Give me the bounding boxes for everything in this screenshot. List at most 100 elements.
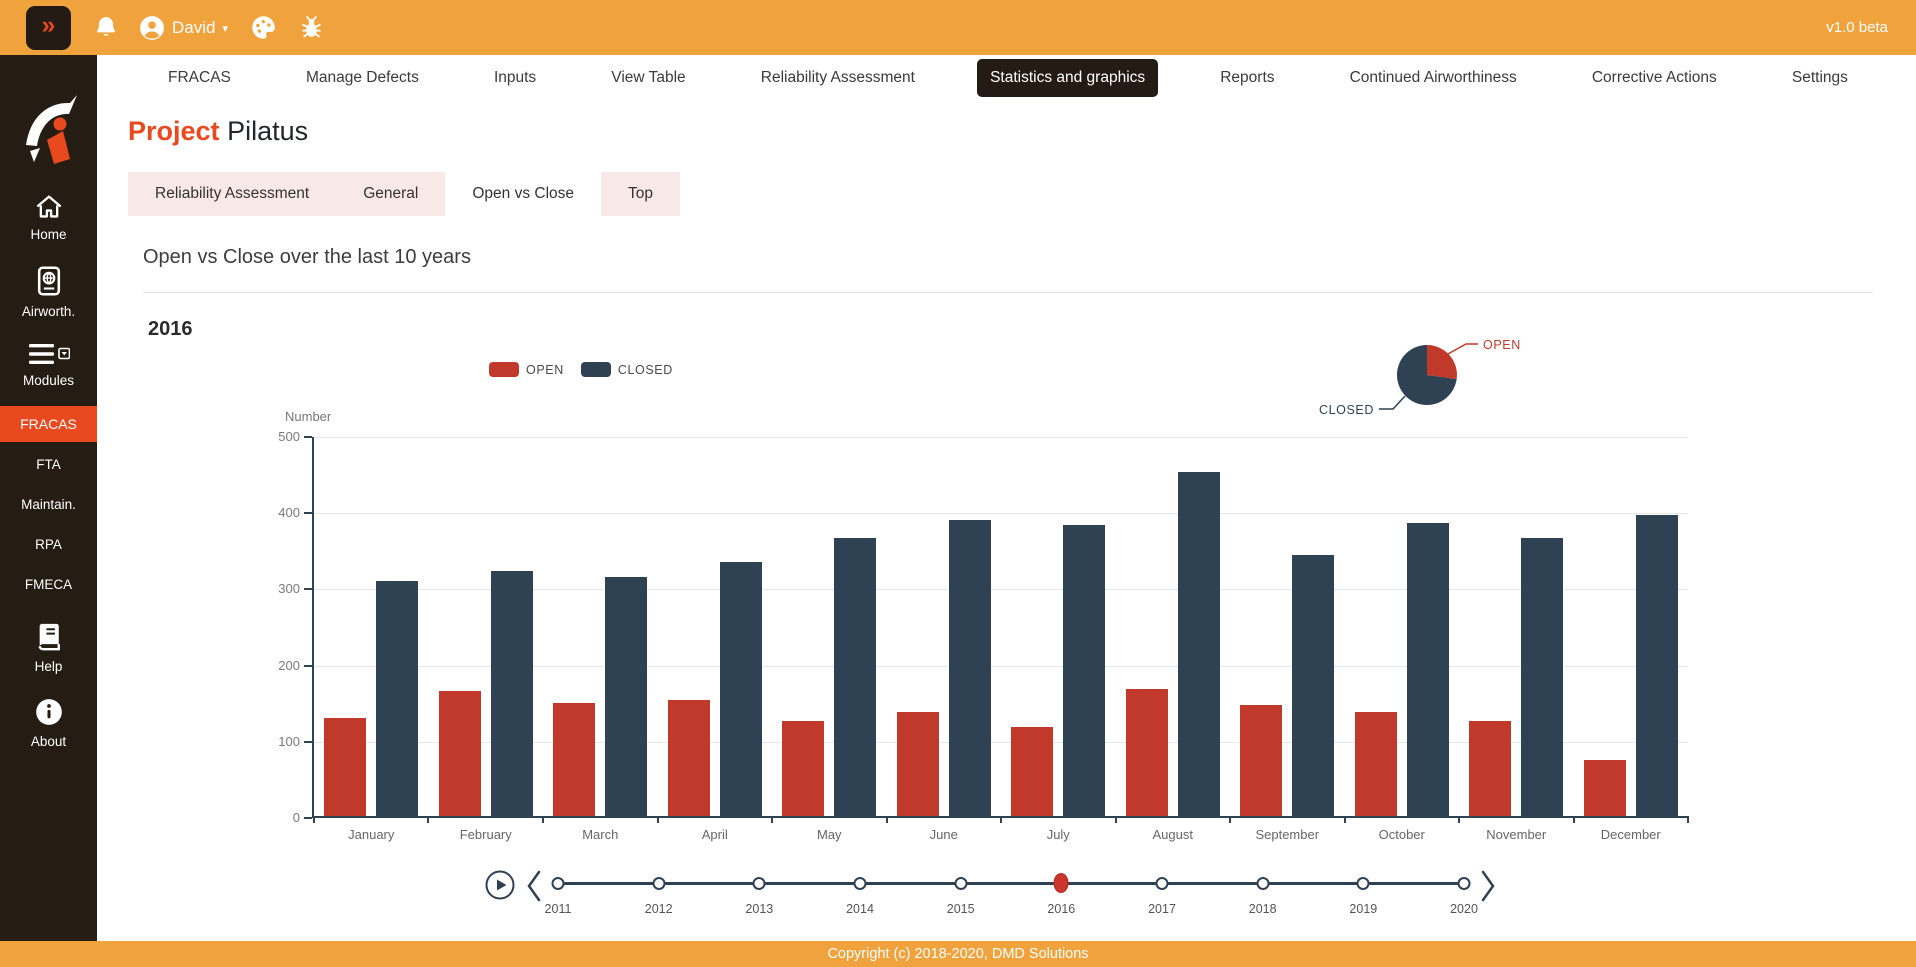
- home-icon: [35, 194, 63, 222]
- sidebar-item-fta[interactable]: FTA: [0, 447, 97, 482]
- x-axis-label-february: February: [429, 827, 544, 842]
- bar-group-june: [887, 437, 1002, 816]
- bar-closed-january[interactable]: [376, 581, 418, 816]
- sidebar-item-fmeca[interactable]: FMECA: [0, 567, 97, 602]
- bar-open-december[interactable]: [1584, 760, 1626, 816]
- sidebar-item-help[interactable]: Help: [0, 622, 97, 674]
- page-title-name: Pilatus: [227, 116, 308, 146]
- x-axis-label-july: July: [1001, 827, 1116, 842]
- sidebar-item-modules[interactable]: Modules: [0, 343, 97, 388]
- nav-item-statistics-and-graphics[interactable]: Statistics and graphics: [977, 59, 1158, 97]
- user-avatar-icon: [139, 15, 165, 41]
- bar-closed-september[interactable]: [1292, 555, 1334, 816]
- sidebar-item-label: Help: [35, 659, 63, 674]
- sidebar-item-label: FRACAS: [20, 416, 77, 432]
- bar-open-september[interactable]: [1240, 705, 1282, 816]
- nav-item-settings[interactable]: Settings: [1779, 59, 1861, 97]
- timeline-node-2014[interactable]: [854, 877, 867, 890]
- nav-item-inputs[interactable]: Inputs: [481, 59, 549, 97]
- sidebar-item-maintain[interactable]: Maintain.: [0, 487, 97, 522]
- sidebar-item-label: Home: [30, 227, 66, 242]
- timeline-year-label: 2016: [1031, 902, 1091, 916]
- bar-closed-october[interactable]: [1407, 523, 1449, 816]
- nav-item-reports[interactable]: Reports: [1207, 59, 1287, 97]
- bar-closed-july[interactable]: [1063, 525, 1105, 816]
- play-button[interactable]: [484, 869, 516, 906]
- bar-open-june[interactable]: [897, 712, 939, 816]
- about-icon: [35, 698, 63, 729]
- sidebar-item-about[interactable]: About: [0, 698, 97, 749]
- timeline-node-2018[interactable]: [1256, 877, 1269, 890]
- notifications-bell-icon[interactable]: [93, 15, 119, 41]
- x-axis-tick: [886, 816, 888, 823]
- timeline-node-2016[interactable]: [1054, 873, 1069, 893]
- sidebar-items: Home Airworth. Modules FRACAS FTA Maintain. RP…: [0, 170, 97, 749]
- bar-closed-june[interactable]: [949, 520, 991, 816]
- timeline-node-2017[interactable]: [1156, 877, 1169, 890]
- nav-item-manage-defects[interactable]: Manage Defects: [293, 59, 432, 97]
- section-heading: Open vs Close over the last 10 years: [143, 246, 471, 269]
- top-bar: » David ▾: [0, 0, 1916, 55]
- timeline-node-2019[interactable]: [1357, 877, 1370, 890]
- timeline-node-2011[interactable]: [552, 877, 565, 890]
- bar-closed-march[interactable]: [605, 577, 647, 816]
- pie-callout-open: [1448, 344, 1478, 354]
- timeline-node-2020[interactable]: [1458, 877, 1471, 890]
- tab-general[interactable]: General: [336, 172, 445, 216]
- tab-open-vs-close[interactable]: Open vs Close: [445, 172, 601, 216]
- bar-open-may[interactable]: [782, 721, 824, 816]
- timeline-node-2012[interactable]: [652, 877, 665, 890]
- app-logo-icon[interactable]: [20, 93, 78, 170]
- x-axis-tick: [1573, 816, 1575, 823]
- bar-open-february[interactable]: [439, 691, 481, 816]
- nav-item-continued-airworthiness[interactable]: Continued Airworthiness: [1337, 59, 1530, 97]
- timeline-next-icon[interactable]: [1480, 868, 1496, 909]
- y-axis-tick: [304, 665, 312, 667]
- bar-open-october[interactable]: [1355, 712, 1397, 816]
- bar-closed-november[interactable]: [1521, 538, 1563, 816]
- nav-item-reliability-assessment[interactable]: Reliability Assessment: [748, 59, 928, 97]
- bar-open-march[interactable]: [553, 703, 595, 816]
- nav-item-view-table[interactable]: View Table: [598, 59, 698, 97]
- sidebar-item-home[interactable]: Home: [0, 194, 97, 242]
- x-axis-tick: [1687, 816, 1689, 823]
- x-axis-label-june: June: [887, 827, 1002, 842]
- x-axis-tick: [657, 816, 659, 823]
- airworthiness-icon: [37, 266, 61, 299]
- bar-closed-february[interactable]: [491, 571, 533, 816]
- timeline-track: 2011201220132014201520162017201820192020: [558, 862, 1464, 922]
- bar-open-august[interactable]: [1126, 689, 1168, 816]
- nav-item-corrective-actions[interactable]: Corrective Actions: [1579, 59, 1730, 97]
- footer-copyright: Copyright (c) 2018-2020, DMD Solutions: [0, 941, 1916, 967]
- theme-palette-icon[interactable]: [250, 14, 277, 41]
- sidebar-item-fracas[interactable]: FRACAS: [0, 406, 97, 442]
- bar-closed-december[interactable]: [1636, 515, 1678, 816]
- bar-closed-april[interactable]: [720, 562, 762, 817]
- pie-slice-open[interactable]: [1427, 345, 1457, 379]
- sidebar-item-airworth[interactable]: Airworth.: [0, 266, 97, 319]
- user-menu[interactable]: David ▾: [139, 15, 228, 41]
- timeline-year-label: 2012: [629, 902, 689, 916]
- bar-open-april[interactable]: [668, 700, 710, 816]
- section-divider: [143, 292, 1873, 293]
- bar-open-july[interactable]: [1011, 727, 1053, 816]
- timeline-node-2015[interactable]: [954, 877, 967, 890]
- page-title-accent: Project: [128, 116, 220, 146]
- chart-year-label: 2016: [148, 318, 193, 341]
- bug-report-icon[interactable]: [299, 15, 324, 40]
- tab-top[interactable]: Top: [601, 172, 680, 216]
- bar-closed-may[interactable]: [834, 538, 876, 816]
- x-axis-label-september: September: [1230, 827, 1345, 842]
- tab-reliability-assessment[interactable]: Reliability Assessment: [128, 172, 336, 216]
- sidebar-item-rpa[interactable]: RPA: [0, 527, 97, 562]
- bar-open-january[interactable]: [324, 718, 366, 816]
- open-closed-pie-chart: OPENCLOSED: [1310, 330, 1560, 435]
- legend-label: OPEN: [526, 363, 564, 377]
- bar-closed-august[interactable]: [1178, 472, 1220, 816]
- bar-open-november[interactable]: [1469, 721, 1511, 816]
- nav-item-fracas[interactable]: FRACAS: [155, 59, 244, 97]
- sidebar-expand-button[interactable]: »: [26, 6, 71, 50]
- timeline-year-label: 2013: [729, 902, 789, 916]
- x-axis-tick: [771, 816, 773, 823]
- timeline-node-2013[interactable]: [753, 877, 766, 890]
